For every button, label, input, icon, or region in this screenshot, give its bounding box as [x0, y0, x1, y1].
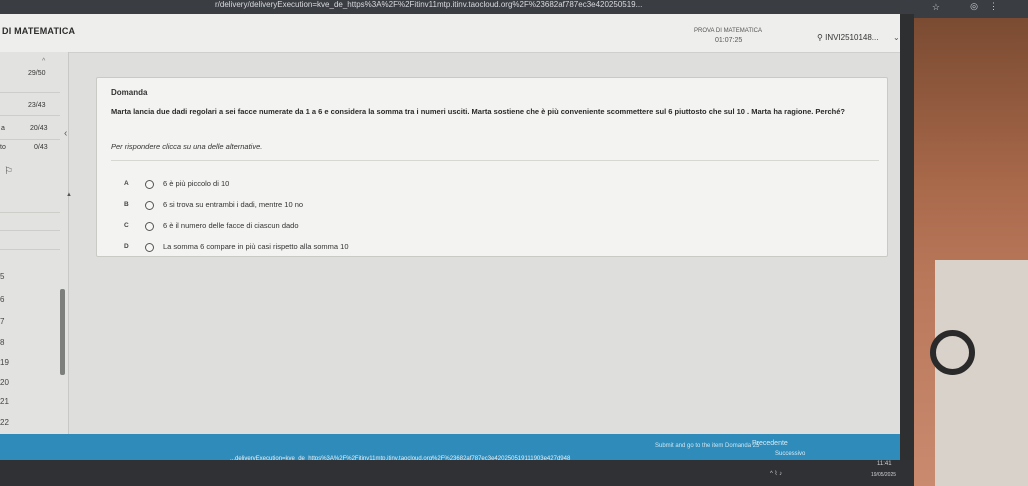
option-text: 6 si trova su entrambi i dadi, mentre 10… — [163, 200, 304, 209]
collapse-panel-icon[interactable]: ‹ — [64, 128, 67, 139]
radio-button[interactable] — [145, 201, 154, 210]
question-number[interactable]: 6 — [0, 295, 4, 304]
question-card: Domanda Marta lancia due dadi regolari a… — [96, 77, 888, 257]
answer-option-a[interactable]: A 6 è più piccolo di 10 — [111, 175, 879, 195]
submit-button[interactable]: Submit and go to the item Domanda 25 — [655, 443, 759, 449]
option-letter: C — [124, 222, 129, 229]
answer-option-d[interactable]: D La somma 6 compare in più casi rispett… — [111, 238, 879, 258]
answer-option-b[interactable]: B 6 si trova su entrambi i dadi, mentre … — [111, 196, 879, 216]
divider — [0, 115, 60, 116]
cable — [930, 330, 975, 375]
question-instruction: Per rispondere clicca su una delle alter… — [111, 142, 263, 151]
question-number[interactable]: 5 — [0, 272, 4, 281]
option-letter: A — [124, 180, 129, 187]
option-text: 6 è il numero delle facce di ciascun dad… — [163, 221, 299, 230]
divider — [0, 230, 60, 231]
question-number[interactable]: 8 — [0, 338, 4, 347]
user-icon: ⚲ — [817, 33, 823, 42]
next-button[interactable]: Successivo — [775, 451, 805, 457]
option-letter: B — [124, 201, 129, 208]
option-letter: D — [124, 243, 129, 250]
wifi-icon[interactable]: ⌇ — [775, 471, 778, 477]
radio-button[interactable] — [145, 180, 154, 189]
option-text: 6 è più piccolo di 10 — [163, 179, 230, 188]
app-title: DI MATEMATICA — [2, 26, 76, 36]
progress-row[interactable]: a 20/43 — [1, 125, 48, 132]
user-id: INVI2510148... — [825, 33, 879, 42]
divider — [0, 92, 60, 93]
flag-icon[interactable]: ⚐ — [4, 166, 13, 177]
answer-option-c[interactable]: C 6 è il numero delle facce di ciascun d… — [111, 217, 879, 237]
divider — [0, 139, 60, 140]
clock-time[interactable]: 11:41 — [877, 461, 892, 467]
timer: 01:07:25 — [715, 37, 743, 44]
previous-button[interactable]: Precedente — [752, 440, 788, 447]
triangle-up-icon: ▲ — [66, 192, 72, 198]
system-tray[interactable]: ^ ⌇ ♪ — [770, 470, 782, 477]
clock-date[interactable]: 19/05/2025 — [871, 472, 896, 478]
progress-row[interactable]: to 0/43 — [0, 144, 48, 151]
more-menu-icon[interactable]: ⋮ — [989, 1, 998, 11]
header-bar: DI MATEMATICA PROVA DI MATEMATICA 01:07:… — [0, 14, 910, 53]
question-number[interactable]: 22 — [0, 418, 9, 427]
progress-row[interactable]: 29/50 — [28, 70, 46, 77]
user-menu[interactable]: ⚲ INVI2510148... — [817, 33, 878, 42]
chevron-up-icon[interactable]: ^ — [42, 58, 45, 65]
profile-icon[interactable]: ◎ — [970, 1, 978, 11]
question-navigator: ^ 29/50 23/43 a 20/43 to 0/43 ‹ ⚐ ▲ 5 6 … — [0, 52, 73, 464]
question-heading: Domanda — [111, 88, 148, 97]
radio-button[interactable] — [145, 222, 154, 231]
test-screen: DI MATEMATICA PROVA DI MATEMATICA 01:07:… — [0, 14, 910, 464]
divider — [0, 249, 60, 250]
question-number[interactable]: 19 — [0, 358, 9, 367]
question-text: Marta lancia due dadi regolari a sei fac… — [111, 107, 846, 116]
test-title: PROVA DI MATEMATICA — [694, 28, 763, 34]
divider — [0, 212, 60, 213]
question-number[interactable]: 21 — [0, 397, 9, 406]
bookmark-star-icon[interactable]: ☆ — [932, 2, 940, 12]
question-number[interactable]: 20 — [0, 378, 9, 387]
question-number[interactable]: 7 — [0, 317, 4, 326]
progress-row[interactable]: 23/43 — [28, 102, 46, 109]
chevron-up-icon[interactable]: ^ — [770, 471, 773, 477]
monitor-bezel — [900, 14, 914, 486]
navigator-scrollbar[interactable] — [60, 289, 65, 375]
chevron-down-icon[interactable]: ⌄ — [893, 33, 900, 42]
url-text[interactable]: r/delivery/deliveryExecution=kve_de_http… — [215, 0, 642, 9]
radio-button[interactable] — [145, 243, 154, 252]
answer-options: A 6 è più piccolo di 10 B 6 si trova su … — [111, 160, 879, 257]
option-text: La somma 6 compare in più casi rispetto … — [163, 242, 349, 251]
volume-icon[interactable]: ♪ — [779, 471, 782, 477]
